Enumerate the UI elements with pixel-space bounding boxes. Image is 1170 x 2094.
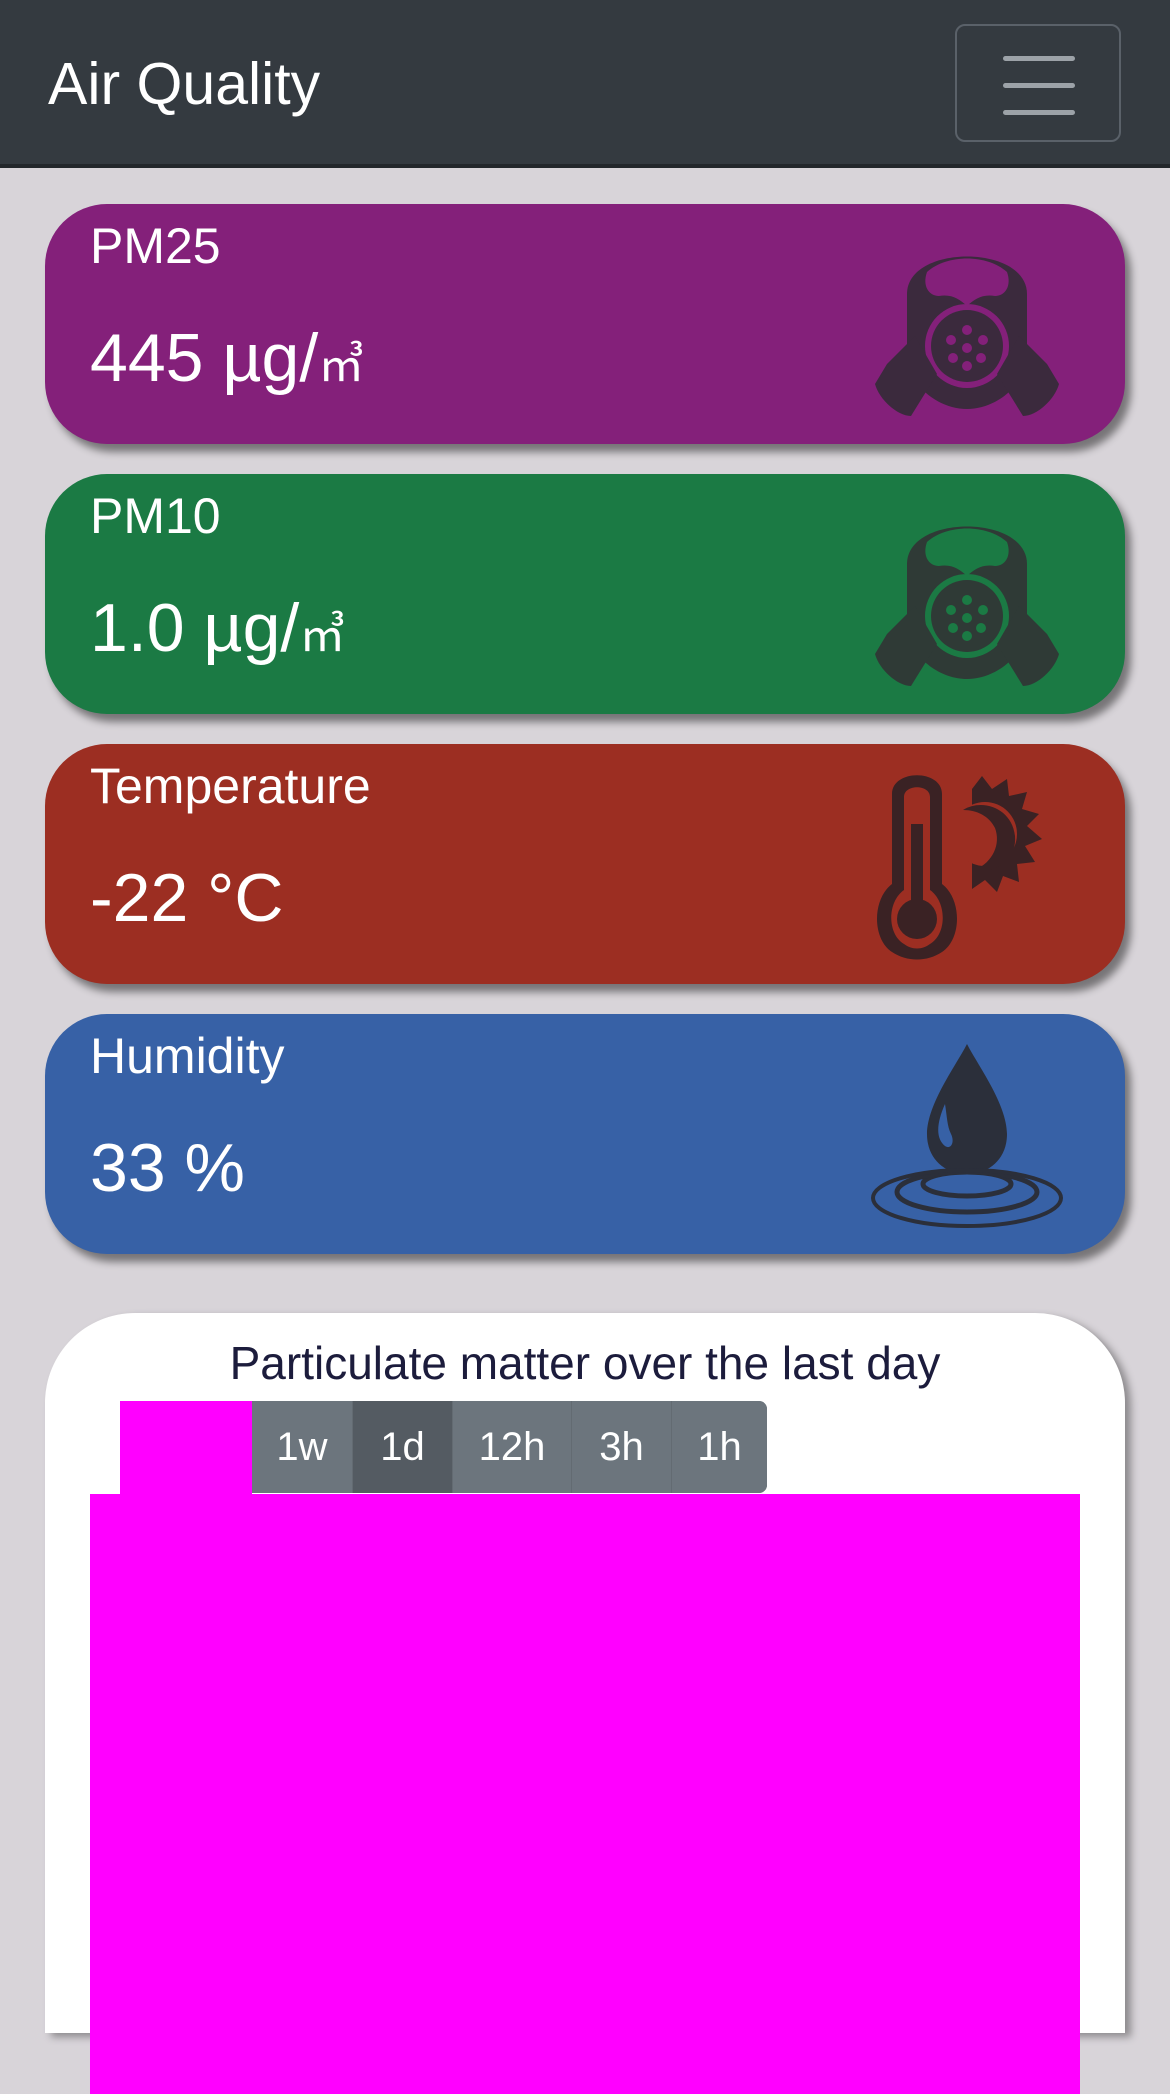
thermometer-sun-icon [877, 775, 1042, 960]
card-value: 33 % [90, 1126, 245, 1210]
time-range-button-group: 1w 1d 12h 3h 1h [252, 1401, 767, 1493]
app-brand[interactable]: Air Quality [48, 48, 320, 120]
card-title: PM10 [90, 488, 221, 544]
menu-toggle-button[interactable] [955, 24, 1121, 142]
hamburger-menu-icon [1003, 56, 1075, 61]
card-value-number: 445 µg/ [90, 320, 319, 396]
chart-plot-area[interactable] [90, 1494, 1080, 2094]
range-button-1d[interactable]: 1d [353, 1401, 453, 1493]
range-button-12h[interactable]: 12h [453, 1401, 572, 1493]
top-navbar: Air Quality [0, 0, 1170, 168]
card-value-unit: ㎥ [299, 609, 346, 661]
chart-panel: Particulate matter over the last day 1w … [45, 1313, 1125, 2094]
gas-mask-icon [875, 256, 1059, 416]
hamburger-menu-icon-bar [1003, 110, 1075, 115]
card-value: 445 µg/㎥ [90, 316, 364, 407]
card-value-number: 1.0 µg/ [90, 590, 300, 666]
pm10-card: PM10 1.0 µg/㎥ [45, 474, 1125, 714]
card-value-number: 33 % [90, 1130, 245, 1206]
card-value-number: -22 °C [90, 860, 284, 936]
card-value-unit: ㎥ [318, 339, 365, 391]
pm25-card: PM25 445 µg/㎥ [45, 204, 1125, 444]
card-title: Humidity [90, 1028, 285, 1084]
range-button-1w[interactable]: 1w [252, 1401, 353, 1493]
chart-title: Particulate matter over the last day [229, 1337, 941, 1389]
temperature-card: Temperature -22 °C [45, 744, 1125, 984]
card-title: Temperature [90, 758, 371, 814]
card-title: PM25 [90, 218, 221, 274]
gas-mask-icon [875, 526, 1059, 686]
water-drop-icon [871, 1044, 1063, 1228]
hamburger-menu-icon-bar [1003, 83, 1075, 88]
card-value: 1.0 µg/㎥ [90, 586, 345, 677]
humidity-card: Humidity 33 % [45, 1014, 1125, 1254]
range-button-3h[interactable]: 3h [572, 1401, 672, 1493]
range-button-1h[interactable]: 1h [672, 1401, 767, 1493]
chart-placeholder-area [120, 1401, 252, 1495]
card-value: -22 °C [90, 856, 283, 940]
